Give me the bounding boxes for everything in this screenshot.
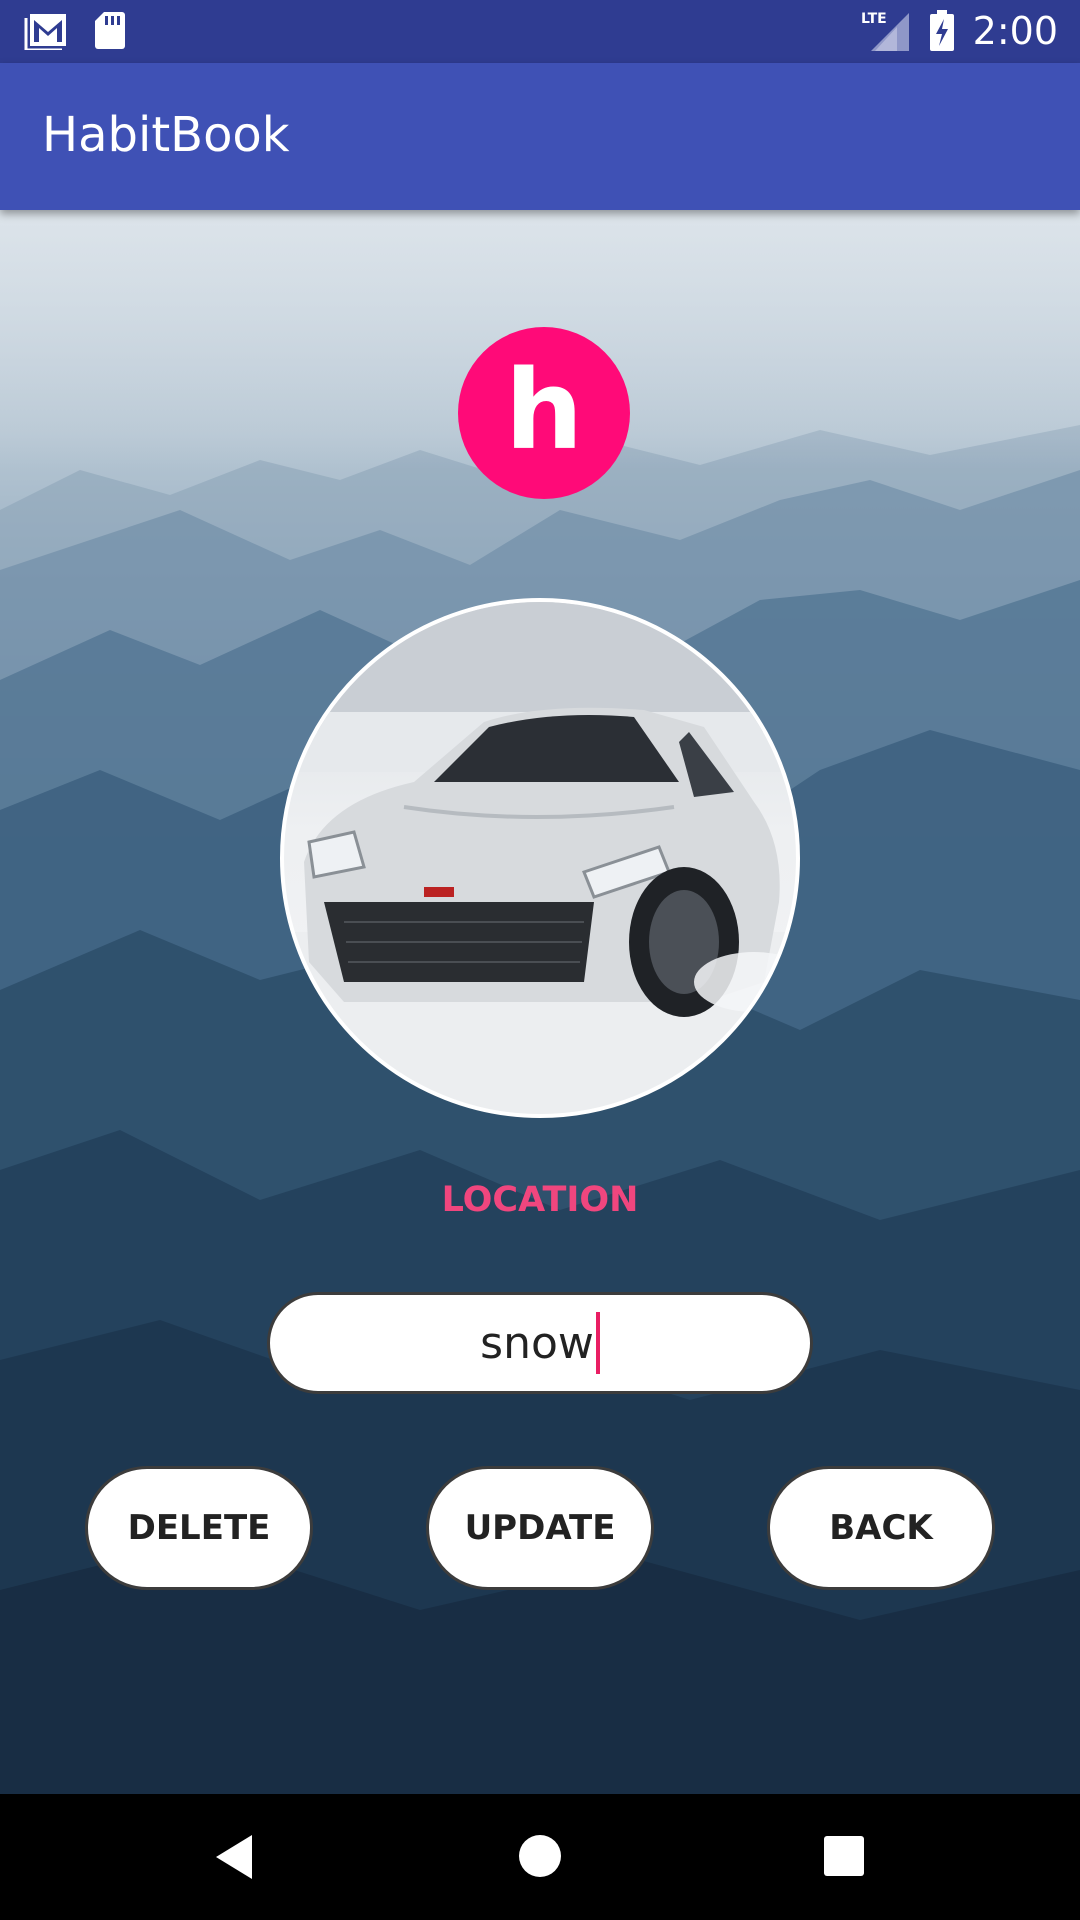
location-input[interactable]: snow [267, 1292, 813, 1394]
logo-letter: h [504, 346, 584, 474]
app-bar: HabitBook [0, 63, 1080, 210]
update-button[interactable]: UPDATE [426, 1466, 654, 1590]
sd-card-icon [95, 12, 125, 49]
notification-icons [24, 10, 126, 50]
nav-back-icon[interactable] [212, 1832, 258, 1882]
nav-home-icon[interactable] [518, 1834, 562, 1878]
car-photo-image [284, 602, 796, 1114]
status-bar: LTE 2:00 [0, 0, 1080, 63]
back-button[interactable]: BACK [767, 1466, 995, 1590]
system-icons: LTE 2:00 [861, 8, 1058, 54]
signal-icon: LTE [861, 11, 909, 51]
text-cursor [595, 1312, 600, 1374]
gmail-icon [24, 14, 66, 50]
habit-photo[interactable] [280, 598, 800, 1118]
battery-charging-icon [929, 10, 954, 51]
app-logo: h [458, 327, 630, 499]
navigation-bar [0, 1794, 1080, 1920]
network-type-label: LTE [861, 11, 887, 27]
app-title: HabitBook [42, 107, 290, 163]
location-input-value: snow [480, 1317, 594, 1369]
nav-recents-icon[interactable] [824, 1836, 864, 1876]
delete-button[interactable]: DELETE [85, 1466, 313, 1590]
location-label: LOCATION [441, 1180, 639, 1220]
status-time: 2:00 [972, 9, 1058, 53]
